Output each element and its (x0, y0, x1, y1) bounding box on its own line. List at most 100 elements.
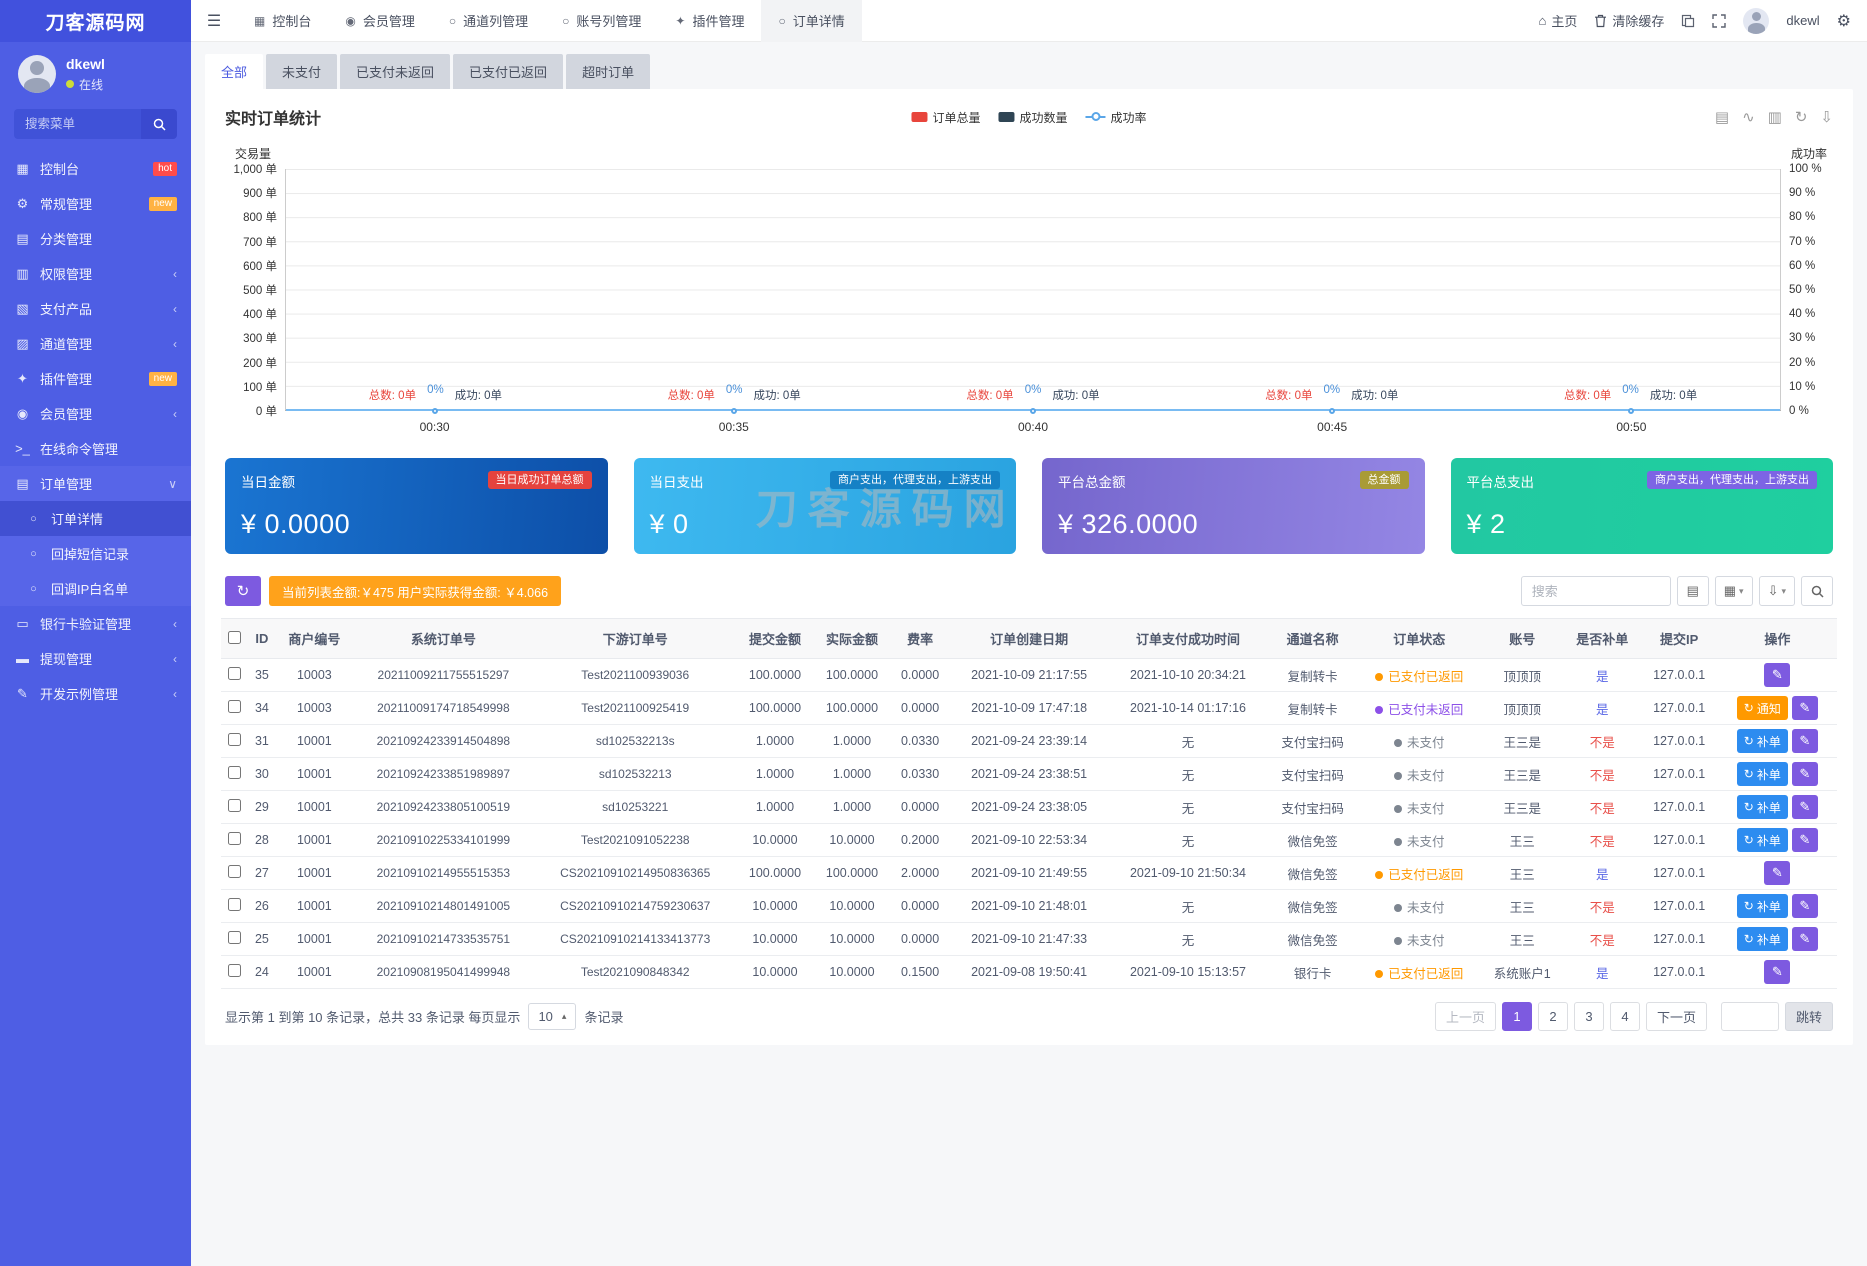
sidebar-subitem[interactable]: ○回调IP白名单 (0, 571, 191, 606)
page-size-select[interactable]: 10 ▴ (528, 1003, 576, 1030)
tab[interactable]: 未支付 (266, 54, 337, 89)
row-checkbox[interactable] (228, 766, 241, 779)
grid-view-button[interactable]: ▦▾ (1715, 576, 1753, 606)
row-checkbox[interactable] (228, 733, 241, 746)
search-button[interactable] (1801, 576, 1833, 606)
copy-icon[interactable] (1681, 14, 1695, 28)
menu-search (14, 109, 177, 139)
row-checkbox[interactable] (228, 667, 241, 680)
legend-item[interactable]: 成功数量 (998, 109, 1067, 126)
sidebar-item[interactable]: ▧支付产品‹ (0, 291, 191, 326)
edit-button[interactable]: ✎ (1764, 861, 1790, 885)
topnav-item[interactable]: ○订单详情 (761, 0, 861, 42)
next-page-button[interactable]: 下一页 (1646, 1002, 1707, 1031)
sidebar-item[interactable]: ▨通道管理‹ (0, 326, 191, 361)
sidebar-subitem[interactable]: ○回掉短信记录 (0, 536, 191, 571)
makeup-order-button[interactable]: ↻补单 (1737, 795, 1788, 819)
topnav-item[interactable]: ○账号列管理 (545, 0, 658, 42)
legend-item[interactable]: 成功率 (1086, 109, 1147, 126)
sidebar-item[interactable]: ◉会员管理‹ (0, 396, 191, 431)
makeup-order-button[interactable]: ↻补单 (1737, 762, 1788, 786)
topnav-item[interactable]: ○通道列管理 (432, 0, 545, 42)
makeup-order-button[interactable]: ↻补单 (1737, 828, 1788, 852)
refresh-button[interactable]: ↻ (225, 576, 261, 606)
edit-button[interactable]: ✎ (1764, 663, 1790, 687)
row-checkbox[interactable] (228, 898, 241, 911)
legend-item[interactable]: 订单总量 (911, 109, 980, 126)
sidebar-item[interactable]: ⚙常规管理new (0, 186, 191, 221)
menu-search-input[interactable] (14, 109, 141, 139)
tab[interactable]: 全部 (205, 54, 263, 89)
page-button[interactable]: 2 (1538, 1002, 1568, 1031)
sidebar-item[interactable]: ▤分类管理 (0, 221, 191, 256)
export-button[interactable]: ⇩▾ (1759, 576, 1795, 606)
refresh-icon[interactable]: ↻ (1795, 110, 1808, 125)
table-search-input[interactable] (1521, 576, 1671, 606)
fullscreen-icon[interactable] (1712, 14, 1726, 28)
clear-cache-link[interactable]: 清除缓存 (1594, 11, 1664, 30)
table-row: 341000320211009174718549998Test202110092… (221, 692, 1837, 725)
sidebar-item[interactable]: ▦控制台hot (0, 151, 191, 186)
sidebar-item[interactable]: ✎开发示例管理‹ (0, 676, 191, 711)
edit-button[interactable]: ✎ (1792, 927, 1818, 951)
topnav-item[interactable]: ▦控制台 (237, 0, 328, 42)
rate-label: 0% (726, 384, 743, 400)
sidebar-item-label: 控制台 (40, 159, 144, 178)
sidebar-item[interactable]: ✦插件管理new (0, 361, 191, 396)
y-tick: 0 单 (256, 403, 277, 419)
row-checkbox[interactable] (228, 700, 241, 713)
jump-page-input[interactable] (1721, 1002, 1779, 1031)
makeup-label: 补单 (1757, 799, 1781, 816)
home-label: 主页 (1551, 11, 1577, 30)
row-checkbox[interactable] (228, 799, 241, 812)
hamburger-menu-icon[interactable]: ☰ (191, 0, 237, 42)
tab[interactable]: 已支付已返回 (453, 54, 563, 89)
edit-button[interactable]: ✎ (1792, 894, 1818, 918)
sidebar-item[interactable]: ▥权限管理‹ (0, 256, 191, 291)
row-checkbox[interactable] (228, 865, 241, 878)
sidebar-item[interactable]: ▬提现管理‹ (0, 641, 191, 676)
edit-button[interactable]: ✎ (1792, 762, 1818, 786)
barchart-icon[interactable]: ▥ (1768, 110, 1782, 125)
sidebar-item[interactable]: >_在线命令管理 (0, 431, 191, 466)
download-icon[interactable]: ⇩ (1820, 110, 1833, 125)
page-button[interactable]: 3 (1574, 1002, 1604, 1031)
row-checkbox[interactable] (228, 964, 241, 977)
channel-icon: ▨ (14, 336, 31, 352)
rate-label: 0% (1323, 384, 1340, 400)
edit-button[interactable]: ✎ (1764, 960, 1790, 984)
row-checkbox[interactable] (228, 832, 241, 845)
linechart-icon[interactable]: ∿ (1742, 110, 1755, 125)
sidebar-item[interactable]: ▤订单管理∨ (0, 466, 191, 501)
tab[interactable]: 已支付未返回 (340, 54, 450, 89)
makeup-order-button[interactable]: ↻补单 (1737, 927, 1788, 951)
edit-button[interactable]: ✎ (1792, 696, 1818, 720)
notify-button[interactable]: ↻通知 (1737, 696, 1788, 720)
status-tabs: 全部未支付已支付未返回已支付已返回超时订单 (205, 54, 1853, 89)
point-labels: 总数: 0单0%成功: 0单 (369, 387, 502, 403)
jump-button[interactable]: 跳转 (1785, 1002, 1833, 1031)
makeup-order-button[interactable]: ↻补单 (1737, 894, 1788, 918)
topnav-item[interactable]: ✦插件管理 (658, 0, 761, 42)
topnav-item[interactable]: ◉会员管理 (328, 0, 432, 42)
sidebar-subitem[interactable]: ○订单详情 (0, 501, 191, 536)
prev-page-button[interactable]: 上一页 (1435, 1002, 1496, 1031)
sidebar-item[interactable]: ▭银行卡验证管理‹ (0, 606, 191, 641)
edit-button[interactable]: ✎ (1792, 795, 1818, 819)
select-all-checkbox[interactable] (228, 631, 241, 644)
menu-search-button[interactable] (141, 109, 177, 139)
gear-icon[interactable]: ⚙ (1837, 11, 1851, 31)
row-checkbox[interactable] (228, 931, 241, 944)
legend-label: 成功率 (1111, 109, 1147, 126)
list-view-button[interactable]: ▤ (1677, 576, 1709, 606)
dataview-icon[interactable]: ▤ (1715, 110, 1729, 125)
edit-button[interactable]: ✎ (1792, 828, 1818, 852)
avatar[interactable] (1743, 8, 1769, 34)
page-button[interactable]: 1 (1502, 1002, 1532, 1031)
makeup-order-button[interactable]: ↻补单 (1737, 729, 1788, 753)
page-button[interactable]: 4 (1610, 1002, 1640, 1031)
tab[interactable]: 超时订单 (566, 54, 650, 89)
cell-merchant: 10001 (276, 758, 353, 791)
edit-button[interactable]: ✎ (1792, 729, 1818, 753)
home-link[interactable]: ⌂ 主页 (1539, 11, 1578, 30)
